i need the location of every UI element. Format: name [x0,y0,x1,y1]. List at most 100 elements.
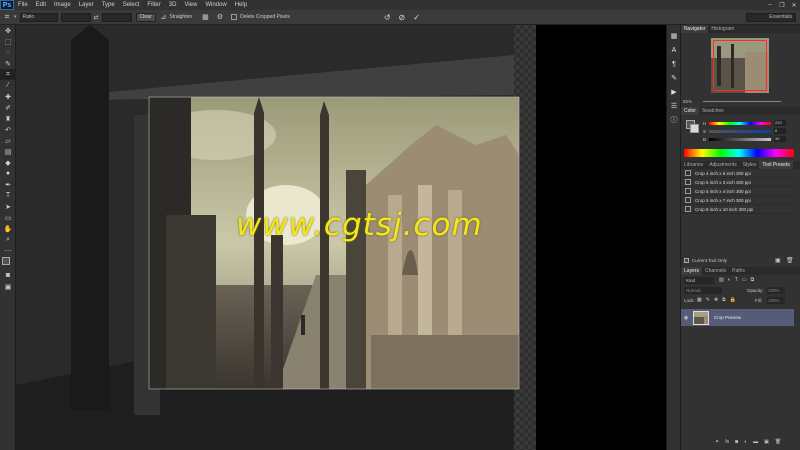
tab-swatches[interactable]: Swatches [699,107,727,115]
navigator-view-box[interactable] [713,40,767,91]
tab-paths[interactable]: Paths [729,267,748,275]
list-item[interactable]: Crop 8 inch x 10 inch 300 ppi [681,205,794,214]
menu-image[interactable]: Image [50,0,75,10]
navigator-zoom[interactable]: 50% [683,99,692,104]
link-layers-icon[interactable]: ⚭ [715,439,719,445]
saturation-slider[interactable] [709,129,771,133]
foreground-color-swatch[interactable] [2,257,10,265]
eyedropper-tool-icon[interactable]: ⁄ [0,80,16,91]
tab-tool-presets[interactable]: Tool Presets [759,161,793,169]
navigator-thumbnail[interactable] [711,38,769,93]
type-filter-icon[interactable]: T [735,277,738,283]
shape-tool-icon[interactable]: ▭ [0,212,16,223]
path-select-tool-icon[interactable]: ➤ [0,201,16,212]
visibility-eye-icon[interactable]: ◉ [681,315,691,321]
actions-play-icon[interactable]: ▶ [667,85,681,99]
delete-cropped-checkbox[interactable] [231,14,238,20]
eraser-tool-icon[interactable]: ▱ [0,135,16,146]
lasso-tool-icon[interactable]: ◌ [0,47,16,58]
lock-transparent-icon[interactable]: ▦ [697,297,702,303]
marquee-tool-icon[interactable]: ⬚ [0,36,16,47]
lock-position-icon[interactable]: ✥ [714,297,718,303]
tab-channels[interactable]: Channels [702,267,729,275]
layer-style-icon[interactable]: fx [725,439,729,445]
tab-color[interactable]: Color [681,107,699,115]
brightness-slider[interactable] [709,137,771,141]
layer-mask-icon[interactable]: ◙ [735,439,738,445]
crop-tool-icon[interactable]: ⌗ [0,69,16,80]
clear-button[interactable]: Clear [135,12,156,22]
navigator-zoom-slider[interactable] [703,101,781,102]
menu-help[interactable]: Help [231,0,251,10]
pen-tool-icon[interactable]: ✒ [0,179,16,190]
ratio-width-input[interactable] [60,12,91,22]
quick-mask-icon[interactable]: ◙ [0,270,16,281]
paragraph-panel-icon[interactable]: ¶ [667,57,681,71]
ratio-select[interactable]: Ratio [19,12,58,22]
swap-icon[interactable]: ⇄ [94,14,99,21]
tab-layers[interactable]: Layers [681,267,703,275]
screen-mode-icon[interactable]: ▣ [0,281,16,292]
straighten-icon[interactable]: ⊿ [161,13,167,21]
color-bg-swatch[interactable] [690,124,699,133]
restore-icon[interactable]: ❐ [776,0,788,10]
minimize-icon[interactable]: – [764,0,776,10]
tab-histogram[interactable]: Histogram [708,25,737,33]
overlay-grid-icon[interactable]: ▦ [202,13,209,21]
opacity-input[interactable]: 100% [767,287,785,294]
ratio-height-input[interactable] [101,12,132,22]
document-canvas[interactable]: www.cgtsj.com [16,25,666,450]
blend-mode-select[interactable]: Normal [684,287,722,294]
saturation-value[interactable]: 8 [774,128,786,134]
stamp-tool-icon[interactable]: ♜ [0,113,16,124]
brush-panel-icon[interactable]: ✎ [667,71,681,85]
gradient-tool-icon[interactable]: ▤ [0,146,16,157]
menu-3d[interactable]: 3D [165,0,181,10]
menu-select[interactable]: Select [119,0,144,10]
adjustment-filter-icon[interactable]: ◐ [728,277,731,283]
history-panel-icon[interactable]: ▦ [667,29,681,43]
close-icon[interactable]: ✕ [788,0,800,10]
menu-type[interactable]: Type [98,0,119,10]
layer-thumbnail[interactable] [693,310,709,325]
hue-value[interactable]: 220 [774,120,786,126]
menu-view[interactable]: View [180,0,201,10]
blur-tool-icon[interactable]: ◆ [0,157,16,168]
layer-row-crop-preview[interactable]: ◉ Crop Preview [681,309,794,326]
shape-filter-icon[interactable]: ▭ [742,277,747,283]
layer-kind-filter[interactable]: Kind [684,277,714,284]
healing-tool-icon[interactable]: ✚ [0,91,16,102]
hue-slider[interactable] [709,121,771,125]
lock-all-icon[interactable]: 🔒 [730,297,736,303]
delete-layer-icon[interactable]: 🗑 [775,439,781,445]
menu-layer[interactable]: Layer [75,0,98,10]
commit-check-icon[interactable]: ✓ [413,13,420,22]
lock-artboard-icon[interactable]: ⧉ [722,297,726,303]
character-panel-icon[interactable]: A [667,43,681,57]
menu-edit[interactable]: Edit [32,0,50,10]
straighten-label[interactable]: Straighten [169,14,192,20]
hand-tool-icon[interactable]: ✋ [0,223,16,234]
reset-icon[interactable]: ↺ [384,13,391,22]
tab-navigator[interactable]: Navigator [681,25,709,33]
brush-tool-icon[interactable]: ✐ [0,102,16,113]
brightness-value[interactable]: 38 [774,136,786,142]
cancel-icon[interactable]: ⊘ [399,13,406,22]
fill-input[interactable]: 100% [767,297,785,304]
type-tool-icon[interactable]: T [0,190,16,201]
info-panel-icon[interactable]: ⓘ [667,113,681,127]
crop-tool-icon[interactable]: ⌗ [0,12,14,22]
trash-icon[interactable]: 🗑 [786,257,794,264]
new-group-icon[interactable]: ▬ [753,439,758,445]
menu-window[interactable]: Window [201,0,230,10]
menu-filter[interactable]: Filter [143,0,164,10]
menu-file[interactable]: File [14,0,32,10]
dodge-tool-icon[interactable]: ● [0,168,16,179]
workspace-switcher[interactable]: Essentials [746,12,796,22]
layer-name[interactable]: Crop Preview [714,315,741,320]
new-preset-icon[interactable]: ▣ [775,257,781,264]
quick-select-tool-icon[interactable]: ✎ [0,58,16,69]
adjustment-layer-icon[interactable]: ◐ [744,439,747,445]
pixel-filter-icon[interactable]: ▨ [719,277,724,283]
chevron-down-icon[interactable]: ▾ [14,14,17,20]
